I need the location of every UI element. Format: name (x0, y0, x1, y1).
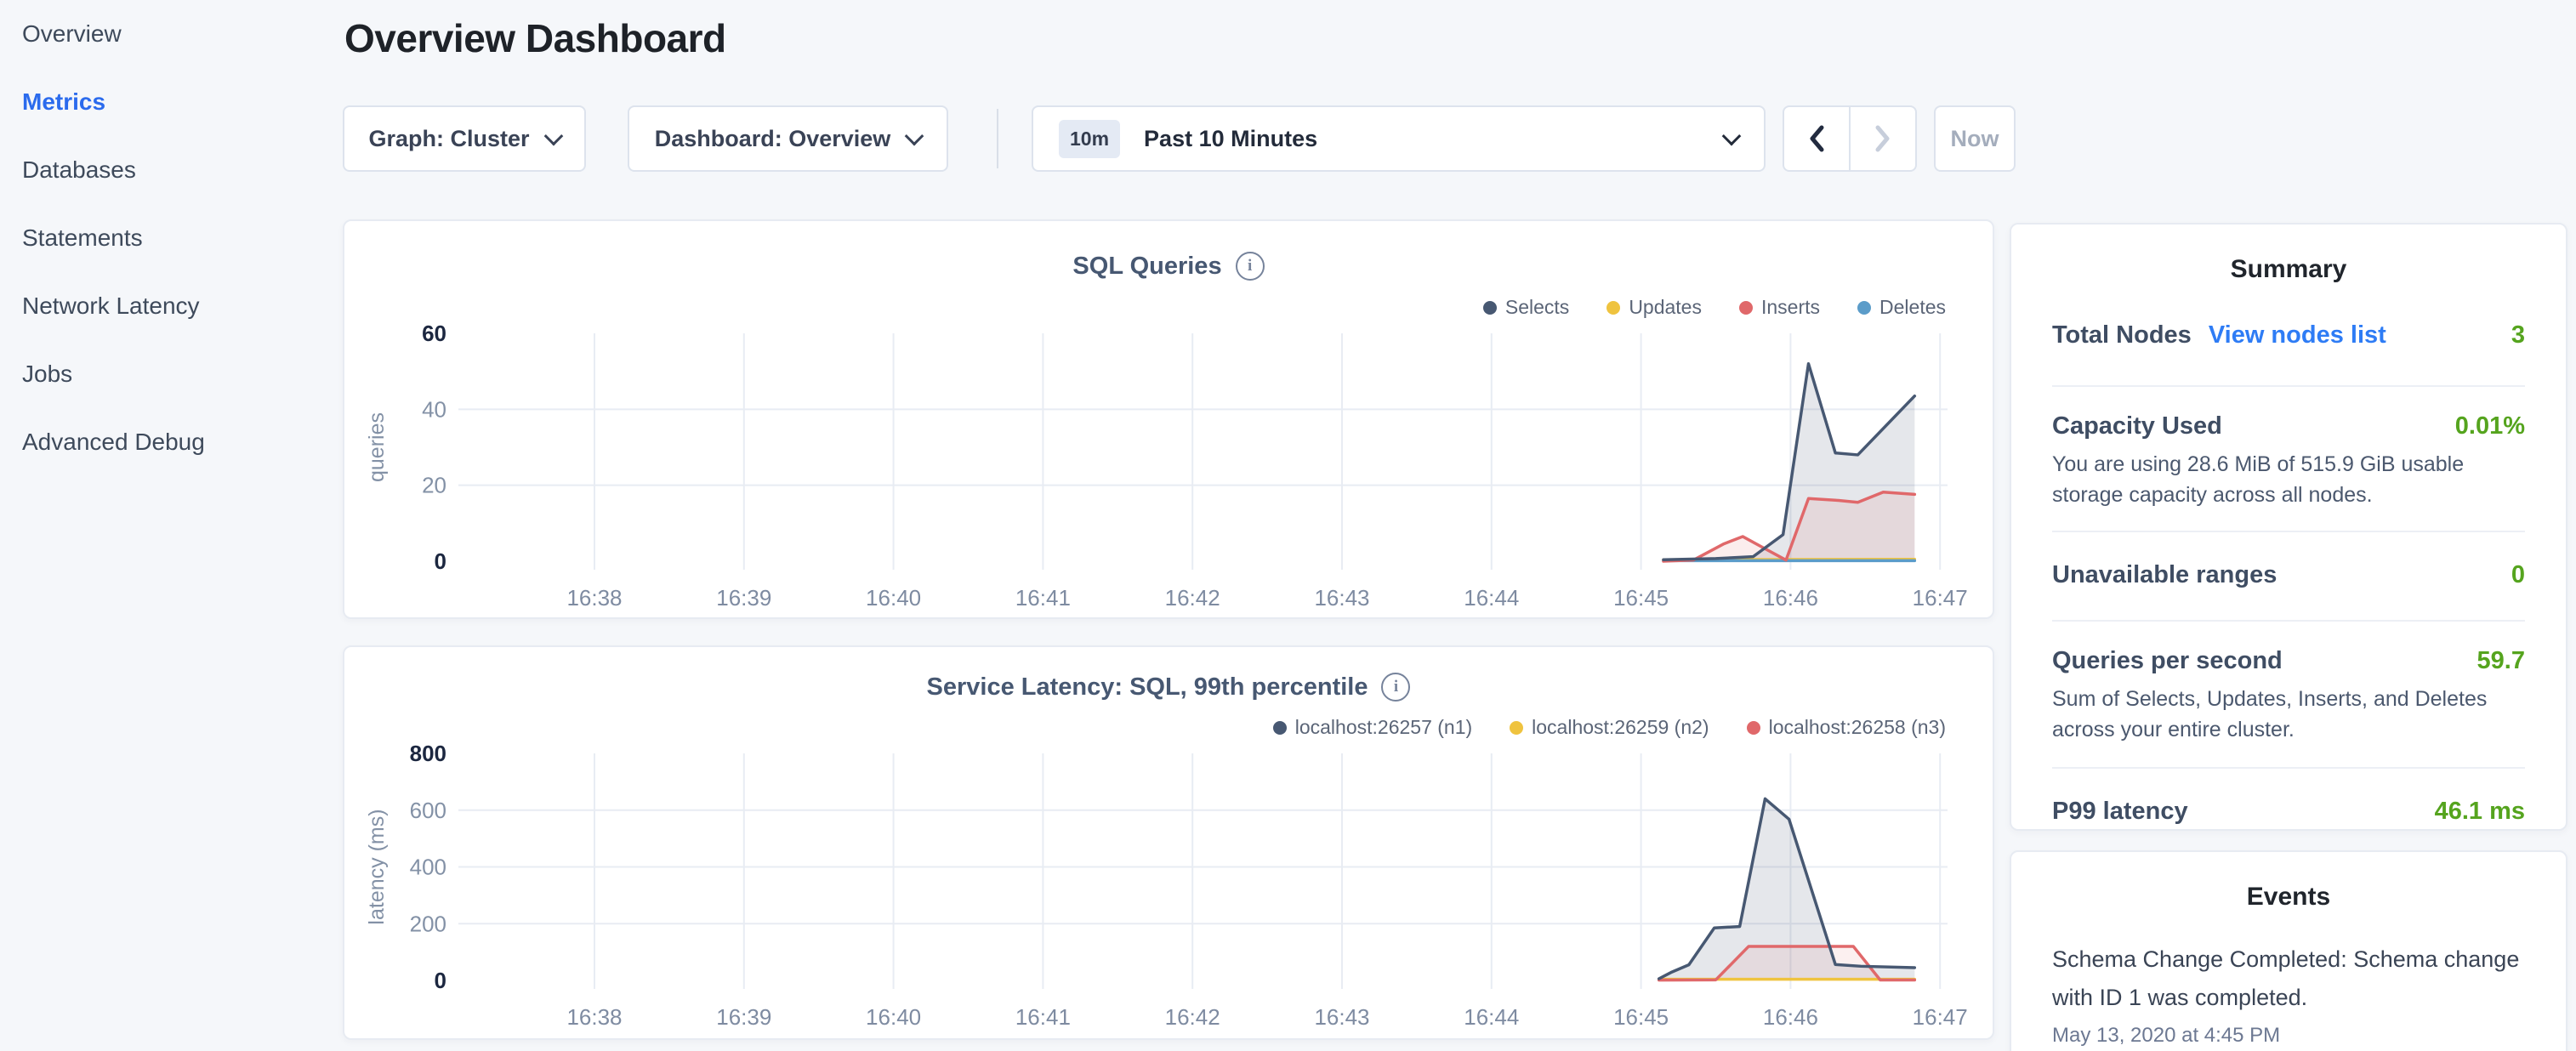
time-range-label: Past 10 Minutes (1144, 126, 1317, 152)
svg-text:0: 0 (435, 548, 446, 574)
svg-text:16:39: 16:39 (716, 585, 771, 611)
summary-value: 3 (2511, 321, 2525, 349)
service-latency-chart-card: Service Latency: SQL, 99th percentile i … (343, 645, 1994, 1040)
view-nodes-link[interactable]: View nodes list (2209, 321, 2386, 349)
events-panel: Events Schema Change Completed: Schema c… (2010, 850, 2567, 1051)
dashboard-dropdown-label: Dashboard: Overview (655, 126, 891, 152)
summary-row: Unavailable ranges 0 (2052, 532, 2525, 622)
svg-text:0: 0 (435, 968, 446, 993)
svg-text:16:44: 16:44 (1464, 585, 1519, 611)
svg-text:latency (ms): latency (ms) (365, 809, 389, 924)
chevron-down-icon (543, 127, 563, 146)
summary-value: 0 (2511, 561, 2525, 589)
svg-text:40: 40 (422, 396, 446, 422)
svg-text:16:42: 16:42 (1165, 1004, 1220, 1030)
summary-rows: Total Nodes View nodes list 3 Capacity Used… (2052, 284, 2525, 826)
sidebar-item-statements[interactable]: Statements (0, 204, 293, 272)
summary-row: P99 latency 46.1 ms (2052, 769, 2525, 826)
summary-title: Summary (2052, 255, 2525, 284)
svg-text:400: 400 (410, 855, 446, 880)
summary-label: Queries per second (2052, 647, 2283, 675)
sidebar-item-jobs[interactable]: Jobs (0, 340, 293, 408)
svg-text:16:43: 16:43 (1314, 1004, 1369, 1030)
graph-dropdown-label: Graph: Cluster (368, 126, 529, 152)
svg-text:16:47: 16:47 (1913, 585, 1968, 611)
svg-text:16:45: 16:45 (1613, 1004, 1669, 1030)
svg-text:16:40: 16:40 (866, 585, 921, 611)
svg-text:600: 600 (410, 798, 446, 823)
svg-text:16:40: 16:40 (866, 1004, 921, 1030)
svg-text:16:38: 16:38 (566, 585, 622, 611)
svg-text:queries: queries (365, 412, 389, 482)
svg-text:16:38: 16:38 (566, 1004, 622, 1030)
summary-description: Sum of Selects, Updates, Inserts, and De… (2052, 684, 2525, 745)
svg-text:16:41: 16:41 (1015, 585, 1071, 611)
sidebar: OverviewMetricsDatabasesStatementsNetwor… (0, 0, 293, 476)
service-latency-chart: 16:38 16:39 16:40 16:41 16:42 16:43 16:44 16:45… (344, 647, 1993, 1038)
chevron-down-icon (1722, 127, 1742, 146)
event-message[interactable]: Schema Change Completed: Schema change w… (2052, 940, 2525, 1017)
svg-text:60: 60 (422, 321, 446, 346)
summary-label: Unavailable ranges (2052, 561, 2277, 589)
svg-text:16:46: 16:46 (1763, 585, 1818, 611)
step-forward-button[interactable] (1849, 107, 1915, 170)
chevron-left-icon (1807, 124, 1826, 153)
step-back-button[interactable] (1784, 107, 1849, 170)
summary-value: 46.1 ms (2435, 798, 2525, 826)
summary-description: You are using 28.6 MiB of 515.9 GiB usab… (2052, 449, 2525, 510)
sidebar-item-overview[interactable]: Overview (0, 0, 293, 68)
time-range-dropdown[interactable]: 10m Past 10 Minutes (1032, 105, 1766, 172)
sidebar-item-advanced-debug[interactable]: Advanced Debug (0, 408, 293, 476)
sidebar-item-metrics[interactable]: Metrics (0, 68, 293, 136)
time-step-buttons (1783, 105, 1917, 172)
page-title: Overview Dashboard (344, 15, 726, 61)
graph-dropdown[interactable]: Graph: Cluster (343, 105, 586, 172)
svg-text:16:39: 16:39 (716, 1004, 771, 1030)
svg-text:16:43: 16:43 (1314, 585, 1369, 611)
sql-queries-chart: 16:38 16:39 16:40 16:41 16:42 16:43 16:44 16:45… (344, 221, 1993, 617)
summary-label: Total Nodes (2052, 321, 2192, 349)
svg-text:20: 20 (422, 473, 446, 498)
svg-text:16:45: 16:45 (1613, 585, 1669, 611)
svg-text:800: 800 (410, 741, 446, 766)
summary-panel: Summary Total Nodes View nodes list 3 Capac… (2010, 223, 2567, 831)
svg-text:16:47: 16:47 (1913, 1004, 1968, 1030)
svg-text:16:46: 16:46 (1763, 1004, 1818, 1030)
now-button[interactable]: Now (1934, 105, 2016, 172)
sidebar-item-network-latency[interactable]: Network Latency (0, 272, 293, 340)
toolbar: Graph: Cluster Dashboard: Overview 10m P… (343, 105, 2016, 172)
chevron-down-icon (905, 127, 924, 146)
sql-queries-chart-card: SQL Queries i SelectsUpdatesInsertsDelet… (343, 219, 1994, 619)
svg-text:16:41: 16:41 (1015, 1004, 1071, 1030)
dashboard-dropdown[interactable]: Dashboard: Overview (628, 105, 948, 172)
summary-label: P99 latency (2052, 798, 2188, 826)
summary-row: Queries per second 59.7 Sum of Selects, Up… (2052, 622, 2525, 769)
toolbar-divider (997, 109, 998, 168)
svg-text:16:44: 16:44 (1464, 1004, 1519, 1030)
events-title: Events (2052, 883, 2525, 912)
event-timestamp: May 13, 2020 at 4:45 PM (2052, 1024, 2525, 1048)
summary-label: Capacity Used (2052, 412, 2222, 440)
summary-value: 59.7 (2477, 647, 2525, 675)
chevron-right-icon (1874, 124, 1892, 153)
summary-row: Capacity Used 0.01% You are using 28.6 MiB… (2052, 387, 2525, 532)
svg-text:16:42: 16:42 (1165, 585, 1220, 611)
event-list: Schema Change Completed: Schema change w… (2052, 940, 2525, 1048)
sidebar-item-databases[interactable]: Databases (0, 136, 293, 204)
now-button-label: Now (1951, 126, 1999, 152)
svg-text:200: 200 (410, 911, 446, 936)
summary-value: 0.01% (2455, 412, 2525, 440)
db-console-page: OverviewMetricsDatabasesStatementsNetwor… (0, 0, 2576, 1051)
summary-row: Total Nodes View nodes list 3 (2052, 284, 2525, 387)
time-range-badge: 10m (1059, 120, 1120, 158)
